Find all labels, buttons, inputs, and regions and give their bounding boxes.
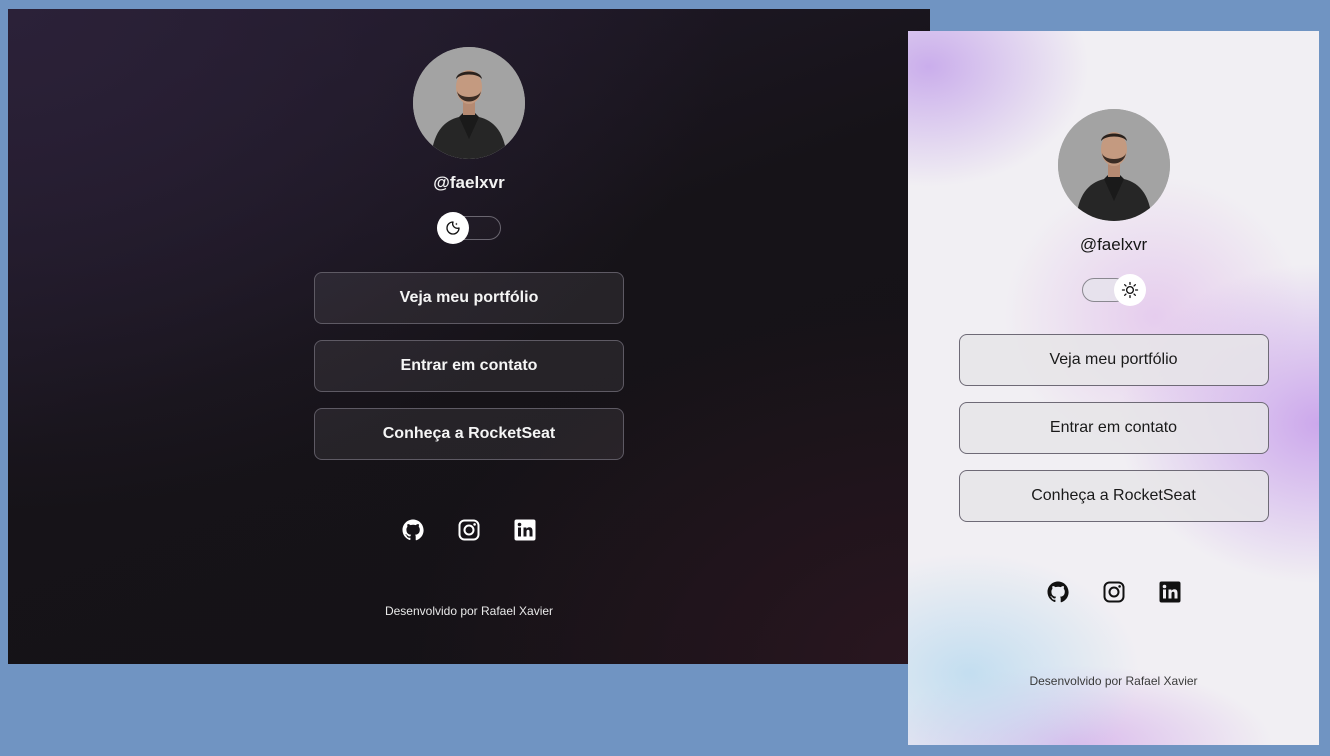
light-theme-screen: @faelxvr Veja meu portfólio Entrar em co… [908,31,1319,745]
profile-photo [413,47,525,159]
instagram-link[interactable] [1102,580,1126,604]
link-list: Veja meu portfólio Entrar em contato Con… [314,272,624,460]
instagram-icon [1103,581,1124,603]
avatar [1057,109,1170,221]
toggle-knob[interactable] [1113,274,1146,306]
theme-toggle[interactable] [1081,274,1146,306]
instagram-icon [458,519,480,541]
social-links [401,518,537,542]
avatar [413,47,525,159]
instagram-link[interactable] [457,518,481,542]
portfolio-link-button[interactable]: Veja meu portfólio [314,272,624,324]
link-list: Veja meu portfólio Entrar em contato Con… [958,334,1269,522]
linkedin-link[interactable] [513,518,537,542]
toggle-knob[interactable] [437,212,469,244]
contact-link-button[interactable]: Entrar em contato [958,402,1269,454]
profile-handle: @faelxvr [433,173,505,192]
linkedin-link[interactable] [1158,580,1182,604]
profile-photo [1057,109,1170,221]
github-icon [1047,581,1069,603]
footer-credit: Desenvolvido por Rafael Xavier [1029,674,1198,688]
github-link[interactable] [401,518,425,542]
sun-icon [1121,281,1138,299]
github-icon [402,519,424,541]
contact-link-button[interactable]: Entrar em contato [314,340,624,392]
dark-theme-screen: @faelxvr Veja meu portfólio Entrar em co… [8,9,930,664]
rocketseat-link-button[interactable]: Conheça a RocketSeat [314,408,624,460]
linkedin-icon [514,519,536,541]
profile-handle: @faelxvr [1079,235,1148,254]
profile-column: @faelxvr Veja meu portfólio Entrar em co… [958,109,1270,688]
social-links [1046,580,1182,604]
linkedin-icon [1159,581,1180,603]
github-link[interactable] [1046,580,1070,604]
moon-icon [446,221,460,235]
theme-toggle[interactable] [437,212,501,244]
portfolio-link-button[interactable]: Veja meu portfólio [958,334,1269,386]
footer-credit: Desenvolvido por Rafael Xavier [384,604,554,618]
rocketseat-link-button[interactable]: Conheça a RocketSeat [958,470,1269,522]
profile-column: @faelxvr Veja meu portfólio Entrar em co… [313,47,625,618]
